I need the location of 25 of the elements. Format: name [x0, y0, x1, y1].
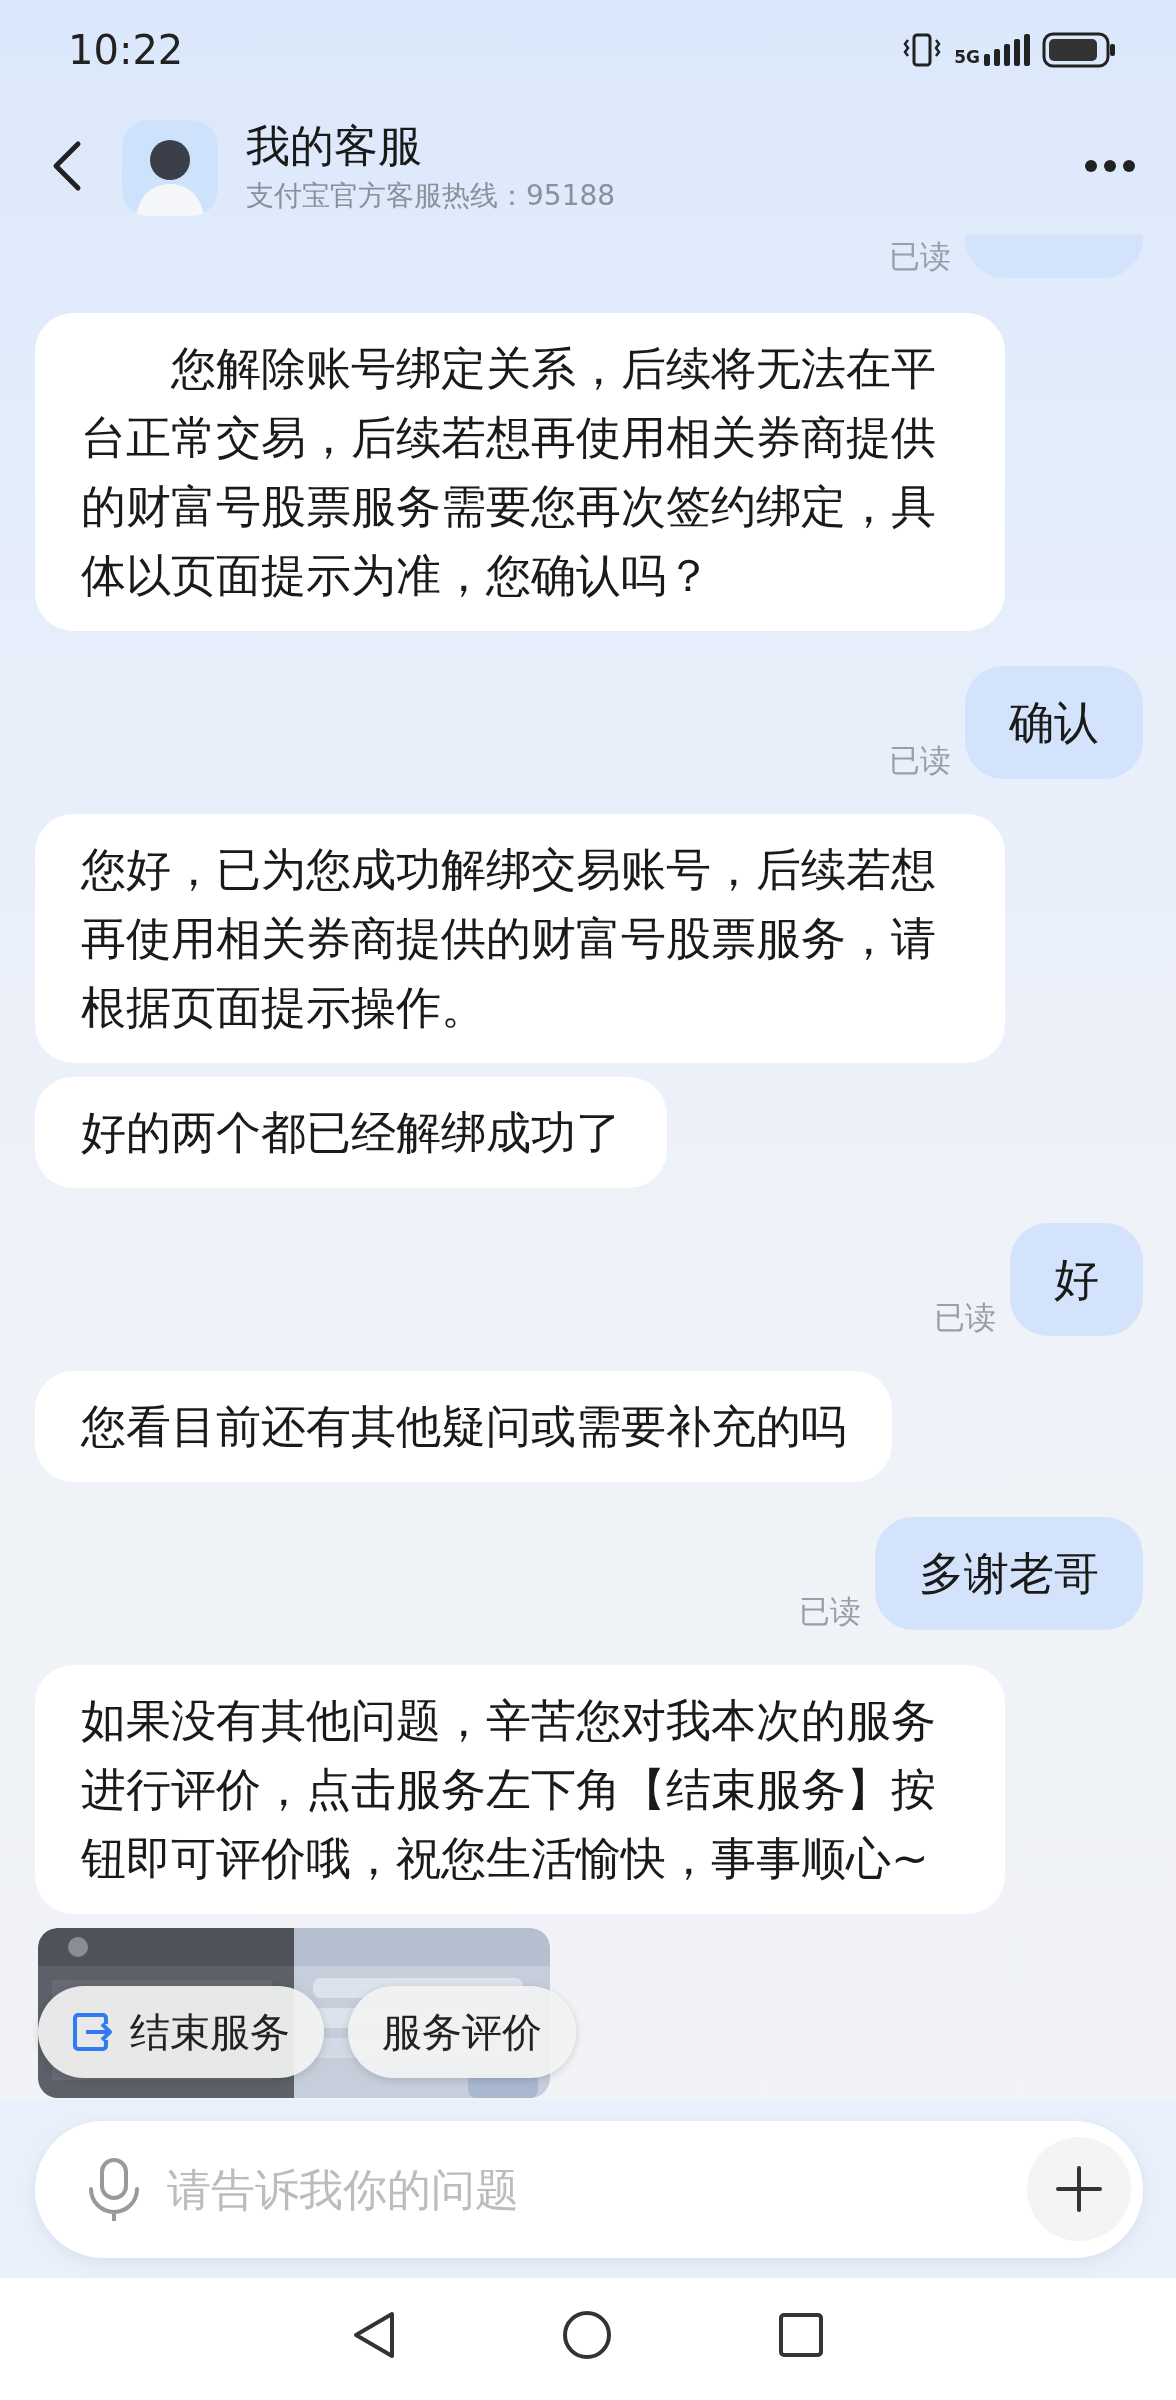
- hotline-text: 支付宝官方客服热线：95188: [246, 177, 617, 214]
- message-bubble: 如果没有其他问题，辛苦您对我本次的服务进行评价，点击服务左下角【结束服务】按钮即可评价哦，祝您生活愉快，事事顺心~: [35, 1665, 1005, 1914]
- network-label: 5G: [954, 49, 980, 66]
- microphone-icon: [87, 2157, 141, 2221]
- plus-icon: [1056, 2166, 1102, 2212]
- read-receipt: 已读: [889, 741, 951, 779]
- message-bubble: 您看目前还有其他疑问或需要补充的吗: [35, 1371, 892, 1482]
- battery-icon: [1042, 32, 1116, 68]
- message-bubble: 确认: [965, 666, 1143, 779]
- action-button[interactable]: 结束服务: [38, 1986, 324, 2078]
- read-receipt: 已读: [934, 1298, 996, 1336]
- message-bubble: 好的两个都已经解绑成功了: [35, 1077, 667, 1188]
- vibrate-icon: [902, 32, 943, 68]
- message-bubble: 您好，已为您成功解绑交易账号，后续若想再使用相关券商提供的财富号股票服务，请根据页面提示操作。: [35, 814, 1005, 1063]
- read-receipt: 已读: [799, 1592, 861, 1630]
- status-time: 10:22: [68, 27, 184, 73]
- read-receipt: 已读: [889, 237, 951, 276]
- chat-title: 我的客服: [246, 120, 423, 173]
- message-bubble: 多谢老哥: [875, 1517, 1143, 1630]
- action-button[interactable]: 服务评价: [348, 1986, 576, 2078]
- input-field[interactable]: 请告诉我你的问题: [35, 2120, 1143, 2258]
- exit-icon: [72, 2012, 112, 2052]
- signal-icon: [984, 34, 1030, 66]
- message-bubble: 您解除账号绑定关系，后续将无法在平台正常交易，后续若想再使用相关券商提供的财富号股票服务需要您再次签约绑定，具体以页面提示为准，您确认吗？: [35, 313, 1005, 631]
- message-bubble: 好: [1010, 1223, 1143, 1336]
